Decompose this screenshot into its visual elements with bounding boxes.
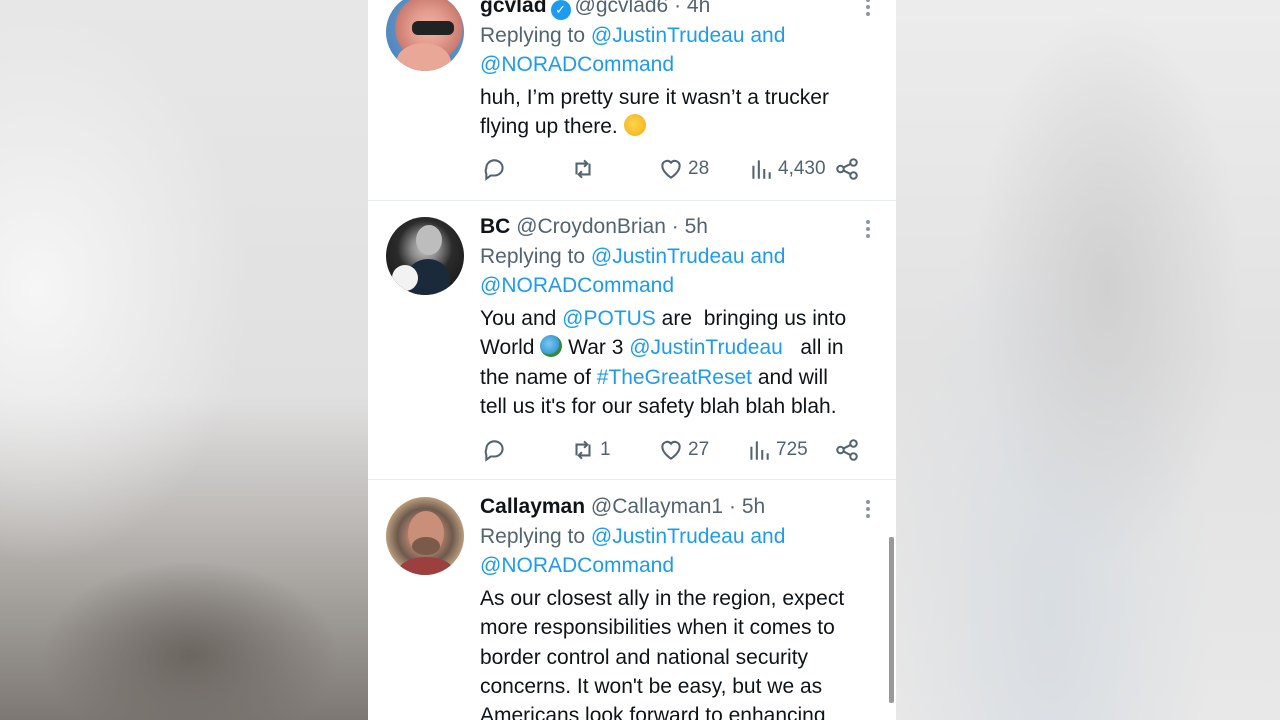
tweet-body: BC @CroydonBrian · 5h Replying to @Justi… [480,213,876,421]
text-span: are bringing us into [661,307,847,330]
text-line: border control and national security [480,645,809,669]
text-line: As our closest ally in the region, expec… [480,587,845,610]
tweet-actions: 28 4,430 [480,154,870,184]
mention-link[interactable]: @NORADCommand [480,554,674,577]
text-span: World [480,336,535,360]
reply-button[interactable] [482,154,508,184]
verified-icon: ✓ [550,0,571,20]
like-count: 28 [688,158,710,179]
globe-icon [540,335,563,358]
retweet-count: 1 [600,439,611,460]
like-icon [661,440,681,460]
text-span: and will [757,365,828,389]
author-name[interactable]: gcvlad [480,0,547,17]
text-span: tell us it's for our safety blah blah bl… [480,394,837,418]
views-icon [752,160,771,179]
replying-label: Replying to [480,525,586,548]
share-icon [836,439,858,461]
text-line: Americans look forward to enhancing [480,704,826,720]
background-left [0,0,368,720]
tweet-body: Callayman @Callayman1 · 5h Replying to @… [480,493,876,720]
tweet-header: Callayman @Callayman1 · 5h [480,493,876,521]
retweet-button[interactable] [570,154,596,184]
mention-link[interactable]: @NORADCommand [480,274,674,297]
tweet-1[interactable]: gcvlad ✓ @gcvlad6 · 4h Replying to @Justin… [368,0,896,201]
retweet-button[interactable]: 1 [570,435,611,465]
mention-link[interactable]: @JustinTrudeau [629,336,783,359]
like-count: 27 [688,439,710,460]
more-icon[interactable] [866,0,870,18]
replying-to: Replying to @JustinTrudeau and @NORADCom… [480,21,876,79]
reply-button[interactable] [482,435,508,465]
tweet-2[interactable]: BC @CroydonBrian · 5h Replying to @Justi… [368,200,896,480]
share-icon [836,158,858,180]
tweet-text: You and @POTUS are bringing us into Worl… [480,304,876,421]
text-span: all in [800,336,844,360]
like-button[interactable]: 27 [658,435,709,465]
replying-to: Replying to @JustinTrudeau and @NORADCom… [480,242,876,300]
hashtag-link[interactable]: #TheGreatReset [597,366,752,389]
author-handle[interactable]: @gcvlad6 [575,0,669,17]
retweet-icon [575,159,591,179]
text-span: War 3 [568,336,624,360]
mention-link[interactable]: @JustinTrudeau [591,525,745,548]
avatar[interactable] [386,0,464,71]
separator: · [728,495,736,518]
timestamp[interactable]: 5h [742,495,765,518]
more-icon[interactable] [866,220,870,240]
timestamp[interactable]: 4h [687,0,710,17]
tweet-3[interactable]: Callayman @Callayman1 · 5h Replying to @… [368,480,896,720]
views-button[interactable]: 725 [746,435,808,465]
avatar[interactable] [386,217,464,295]
tweet-feed: gcvlad ✓ @gcvlad6 · 4h Replying to @Justin… [368,0,896,720]
author-name[interactable]: Callayman [480,495,585,518]
reply-and[interactable]: and [750,245,785,268]
tweet-header: BC @CroydonBrian · 5h [480,213,876,241]
retweet-icon [575,440,591,460]
separator: · [671,215,679,238]
reply-and[interactable]: and [750,525,785,548]
share-button[interactable] [834,435,860,465]
tweet-text: As our closest ally in the region, expec… [480,584,876,720]
text-line: concerns. It won't be easy, but we as [480,674,823,698]
tweet-actions: 1 27 725 [480,435,870,465]
separator: · [674,0,682,17]
tweet-text: huh, I’m pretty sure it wasn’t a trucker… [480,83,876,142]
more-icon[interactable] [866,500,870,520]
reply-icon [484,440,504,462]
mention-link[interactable]: @POTUS [562,307,656,330]
share-button[interactable] [834,154,860,184]
author-handle[interactable]: @CroydonBrian [516,215,666,238]
background-right [896,0,1280,720]
tweet-header: gcvlad ✓ @gcvlad6 · 4h [480,0,876,20]
mention-link[interactable]: @NORADCommand [480,53,674,76]
timestamp[interactable]: 5h [685,215,708,238]
views-count: 4,430 [778,158,826,179]
tweet-body: gcvlad ✓ @gcvlad6 · 4h Replying to @Justin… [480,0,876,142]
text-span: You and [480,307,557,330]
mention-link[interactable]: @JustinTrudeau [591,24,745,47]
mention-link[interactable]: @JustinTrudeau [591,245,745,268]
text-line: more responsibilities when it comes to [480,616,835,640]
replying-label: Replying to [480,245,586,268]
avatar[interactable] [386,497,464,575]
reply-and[interactable]: and [750,24,785,47]
text-span: the name of [480,365,591,389]
author-handle[interactable]: @Callayman1 [591,495,723,518]
author-name[interactable]: BC [480,215,510,238]
thinking-face-icon [623,114,646,137]
like-button[interactable]: 28 [658,154,709,184]
views-count: 725 [776,439,808,460]
scrollbar[interactable] [889,537,894,703]
views-icon [750,441,769,460]
reply-icon [484,159,504,181]
views-button[interactable]: 4,430 [748,154,826,184]
like-icon [661,159,681,179]
replying-to: Replying to @JustinTrudeau and @NORADCom… [480,522,876,580]
text-line: huh, I’m pretty sure it wasn’t a trucker [480,86,829,109]
text-line: flying up there. [480,115,618,139]
replying-label: Replying to [480,24,586,47]
